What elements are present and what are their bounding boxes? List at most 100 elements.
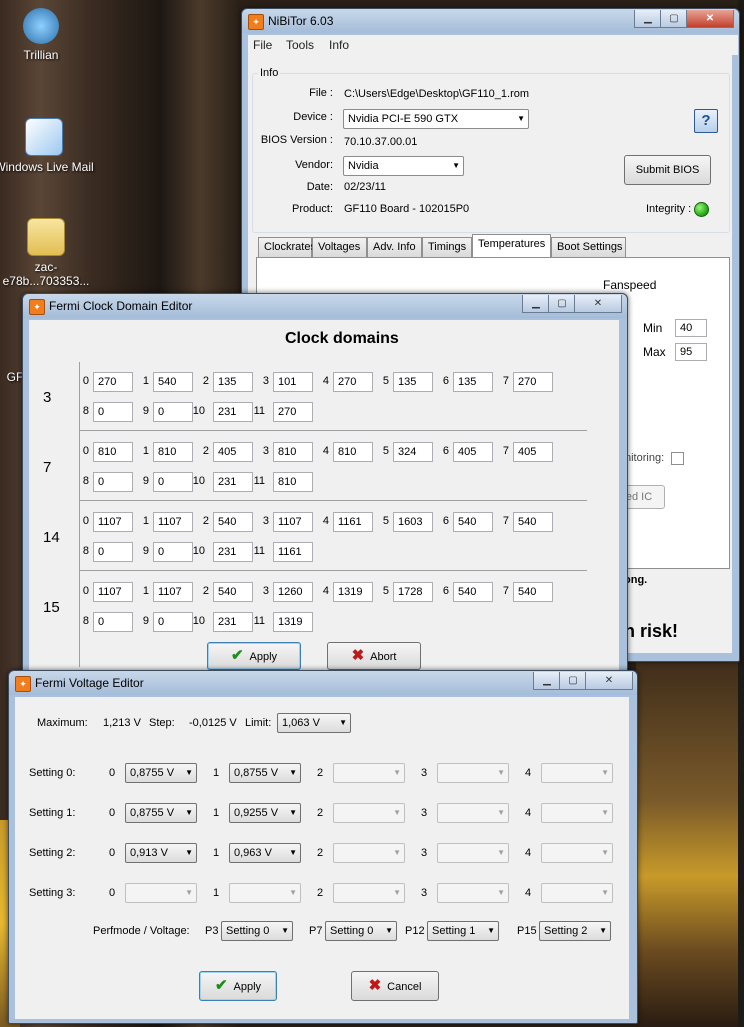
- monitoring-checkbox[interactable]: [671, 452, 684, 465]
- clock-value-input[interactable]: 135: [453, 372, 493, 392]
- voltage-select[interactable]: ▼: [541, 843, 613, 863]
- maximize-button[interactable]: ▢: [660, 10, 688, 28]
- clock-value-input[interactable]: 1107: [273, 512, 313, 532]
- voltage-select[interactable]: 0,8755 V ▼: [229, 763, 301, 783]
- minimize-button[interactable]: ▁: [533, 672, 561, 690]
- clock-value-input[interactable]: 270: [513, 372, 553, 392]
- voltage-select[interactable]: ▼: [437, 803, 509, 823]
- clock-value-input[interactable]: 0: [153, 402, 193, 422]
- clock-value-input[interactable]: 1319: [333, 582, 373, 602]
- clock-value-input[interactable]: 1161: [273, 542, 313, 562]
- clock-value-input[interactable]: 405: [453, 442, 493, 462]
- voltage-select[interactable]: ▼: [125, 883, 197, 903]
- clock-value-input[interactable]: 270: [273, 402, 313, 422]
- clock-value-input[interactable]: 810: [93, 442, 133, 462]
- clock-value-input[interactable]: 0: [153, 472, 193, 492]
- menu-file[interactable]: File: [253, 38, 272, 52]
- voltage-select[interactable]: 0,8755 V ▼: [125, 763, 197, 783]
- clock-value-input[interactable]: 0: [93, 472, 133, 492]
- perfmode-select[interactable]: Setting 1 ▼: [427, 921, 499, 941]
- nibitor-titlebar[interactable]: ✦ NiBiTor 6.03 ▁ ▢ ✕: [242, 9, 739, 33]
- voltage-select[interactable]: 0,913 V ▼: [125, 843, 197, 863]
- voltage-select[interactable]: ▼: [541, 763, 613, 783]
- perfmode-select[interactable]: Setting 2 ▼: [539, 921, 611, 941]
- clock-value-input[interactable]: 231: [213, 542, 253, 562]
- voltage-select[interactable]: 0,8755 V ▼: [125, 803, 197, 823]
- clock-value-input[interactable]: 1107: [153, 582, 193, 602]
- fanspeed-max-input[interactable]: 95: [675, 343, 707, 361]
- voltage-select[interactable]: ▼: [437, 763, 509, 783]
- tab-clockrates[interactable]: Clockrates: [258, 237, 316, 257]
- maximize-button[interactable]: ▢: [548, 295, 576, 313]
- clock-value-input[interactable]: 540: [453, 512, 493, 532]
- clock-value-input[interactable]: 1107: [93, 512, 133, 532]
- tab-timings[interactable]: Timings: [422, 237, 472, 257]
- clock-value-input[interactable]: 1161: [333, 512, 373, 532]
- clock-value-input[interactable]: 1107: [153, 512, 193, 532]
- clock-value-input[interactable]: 0: [93, 542, 133, 562]
- clock-value-input[interactable]: 0: [153, 612, 193, 632]
- apply-button[interactable]: ✔ Apply: [199, 971, 277, 1001]
- clock-value-input[interactable]: 0: [93, 612, 133, 632]
- voltage-select[interactable]: ▼: [333, 803, 405, 823]
- clock-value-input[interactable]: 231: [213, 472, 253, 492]
- clock-value-input[interactable]: 540: [513, 582, 553, 602]
- clock-value-input[interactable]: 540: [513, 512, 553, 532]
- close-button[interactable]: ✕: [585, 672, 633, 690]
- desktop-icon-folder[interactable]: zac-e78b...703353...: [0, 218, 96, 288]
- menu-info[interactable]: Info: [329, 38, 349, 52]
- clock-value-input[interactable]: 540: [213, 512, 253, 532]
- voltage-editor-titlebar[interactable]: ✦ Fermi Voltage Editor ▁ ▢ ✕: [9, 671, 637, 695]
- voltage-select[interactable]: 0,963 V ▼: [229, 843, 301, 863]
- clock-value-input[interactable]: 0: [93, 402, 133, 422]
- tab-voltages[interactable]: Voltages: [312, 237, 367, 257]
- menu-tools[interactable]: Tools: [286, 38, 314, 52]
- help-button[interactable]: ?: [694, 109, 718, 133]
- clock-value-input[interactable]: 270: [93, 372, 133, 392]
- fanspeed-min-input[interactable]: 40: [675, 319, 707, 337]
- close-button[interactable]: ✕: [686, 10, 734, 28]
- perfmode-select[interactable]: Setting 0 ▼: [325, 921, 397, 941]
- clock-value-input[interactable]: 1107: [93, 582, 133, 602]
- submit-bios-button[interactable]: Submit BIOS: [624, 155, 711, 185]
- limit-select[interactable]: 1,063 V ▼: [277, 713, 351, 733]
- voltage-select[interactable]: 0,9255 V ▼: [229, 803, 301, 823]
- clock-value-input[interactable]: 1603: [393, 512, 433, 532]
- clock-value-input[interactable]: 540: [213, 582, 253, 602]
- clock-value-input[interactable]: 1319: [273, 612, 313, 632]
- clock-value-input[interactable]: 405: [513, 442, 553, 462]
- tab-boot-settings[interactable]: Boot Settings: [551, 237, 626, 257]
- clock-value-input[interactable]: 324: [393, 442, 433, 462]
- clock-value-input[interactable]: 810: [273, 442, 313, 462]
- close-button[interactable]: ✕: [574, 295, 622, 313]
- clock-value-input[interactable]: 810: [273, 472, 313, 492]
- voltage-select[interactable]: ▼: [333, 843, 405, 863]
- cancel-button[interactable]: ✖ Cancel: [351, 971, 439, 1001]
- apply-button[interactable]: ✔ Apply: [207, 642, 301, 670]
- device-select[interactable]: Nvidia PCI-E 590 GTX ▼: [343, 109, 529, 129]
- clock-value-input[interactable]: 270: [333, 372, 373, 392]
- voltage-select[interactable]: ▼: [541, 803, 613, 823]
- clock-value-input[interactable]: 1260: [273, 582, 313, 602]
- abort-button[interactable]: ✖ Abort: [327, 642, 421, 670]
- clock-value-input[interactable]: 231: [213, 612, 253, 632]
- clock-value-input[interactable]: 810: [333, 442, 373, 462]
- voltage-select[interactable]: ▼: [437, 843, 509, 863]
- voltage-select[interactable]: ▼: [333, 883, 405, 903]
- minimize-button[interactable]: ▁: [522, 295, 550, 313]
- clock-value-input[interactable]: 1728: [393, 582, 433, 602]
- clock-value-input[interactable]: 135: [213, 372, 253, 392]
- voltage-select[interactable]: ▼: [229, 883, 301, 903]
- voltage-select[interactable]: ▼: [437, 883, 509, 903]
- voltage-select[interactable]: ▼: [541, 883, 613, 903]
- minimize-button[interactable]: ▁: [634, 10, 662, 28]
- clock-value-input[interactable]: 405: [213, 442, 253, 462]
- vendor-select[interactable]: Nvidia ▼: [343, 156, 464, 176]
- perfmode-select[interactable]: Setting 0 ▼: [221, 921, 293, 941]
- tab-adv-info[interactable]: Adv. Info: [367, 237, 422, 257]
- voltage-select[interactable]: ▼: [333, 763, 405, 783]
- desktop-icon-windows-live-mail[interactable]: Windows Live Mail: [0, 118, 94, 174]
- clock-editor-titlebar[interactable]: ✦ Fermi Clock Domain Editor ▁ ▢ ✕: [23, 294, 627, 318]
- clock-value-input[interactable]: 810: [153, 442, 193, 462]
- clock-value-input[interactable]: 540: [453, 582, 493, 602]
